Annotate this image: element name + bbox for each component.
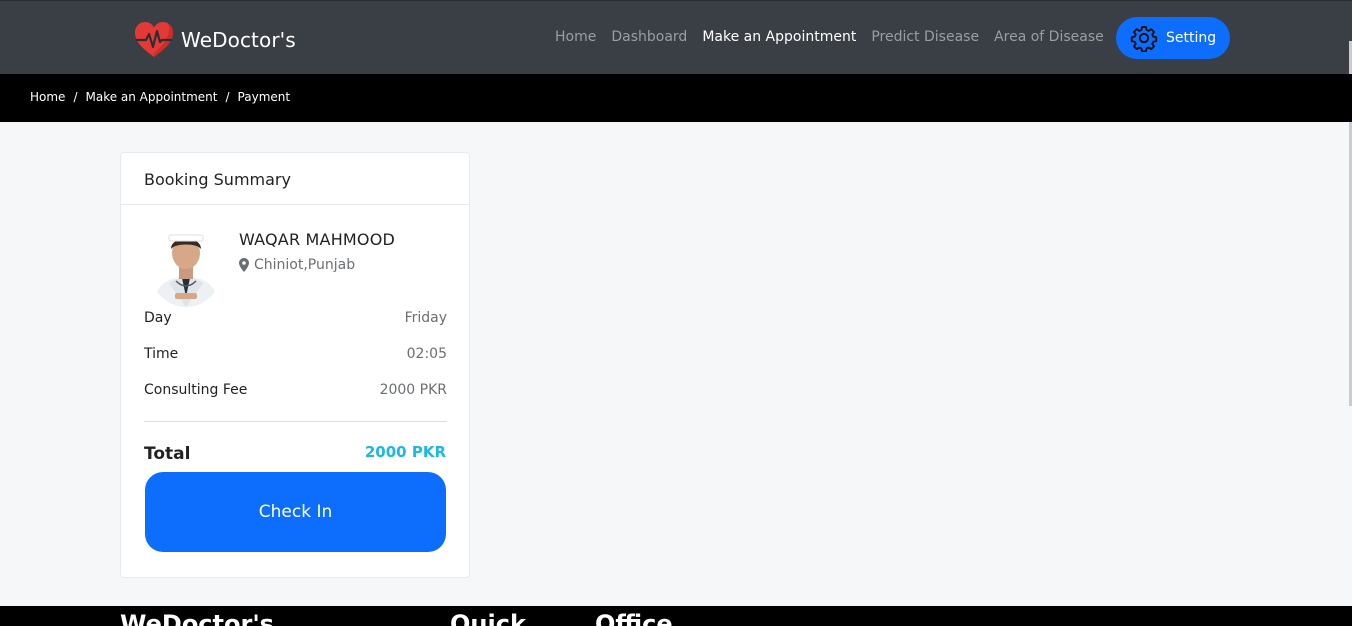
summary-row-consulting-fee: Consulting Fee 2000 PKR: [144, 382, 447, 402]
breadcrumb-bar: Home / Make an Appointment / Payment: [0, 74, 1352, 122]
setting-label: Setting: [1166, 30, 1217, 46]
summary-row-day: Day Friday: [144, 310, 447, 330]
breadcrumb-separator: /: [225, 90, 230, 104]
main-nav: Home Dashboard Make an Appointment Predi…: [555, 25, 1119, 49]
divider: [144, 421, 447, 422]
top-navbar: WeDoctor's Home Dashboard Make an Appoin…: [0, 0, 1352, 406]
footer: WeDoctor's Quick Office: [0, 606, 1352, 626]
map-marker-icon: [239, 258, 249, 272]
nav-link-predict-disease[interactable]: Predict Disease: [871, 29, 979, 45]
doctor-info: WAQAR MAHMOOD Chiniot,Punjab: [149, 227, 449, 307]
heart-pulse-icon: [135, 22, 173, 57]
brand[interactable]: WeDoctor's: [134, 21, 296, 59]
doctor-location: Chiniot,Punjab: [239, 257, 355, 273]
breadcrumb-home[interactable]: Home: [30, 90, 65, 104]
footer-heading-brand: WeDoctor's: [120, 610, 274, 626]
summary-row-time: Time 02:05: [144, 346, 447, 366]
setting-button[interactable]: Setting: [1116, 17, 1230, 59]
doctor-location-text: Chiniot,Punjab: [254, 257, 356, 273]
breadcrumb-payment: Payment: [237, 90, 291, 104]
card-title: Booking Summary: [121, 153, 469, 205]
nav-link-area-of-disease[interactable]: Area of Disease: [994, 29, 1104, 45]
breadcrumb-make-appointment[interactable]: Make an Appointment: [85, 90, 217, 104]
footer-heading-office: Office: [595, 610, 673, 626]
nav-link-home[interactable]: Home: [555, 29, 596, 45]
breadcrumb: Home / Make an Appointment / Payment: [30, 90, 290, 104]
row-label: Consulting Fee: [144, 382, 248, 398]
brand-name: WeDoctor's: [181, 28, 296, 52]
row-label: Day: [144, 310, 172, 326]
booking-summary-card: Booking Summary WAQAR MAHMOOD Chiniot,Pu…: [120, 152, 470, 578]
row-value: 02:05: [406, 346, 447, 362]
breadcrumb-separator: /: [73, 90, 78, 104]
total-label: Total: [144, 444, 191, 464]
check-in-button[interactable]: Check In: [145, 472, 446, 552]
total-value: 2000 PKR: [364, 443, 446, 461]
nav-link-dashboard[interactable]: Dashboard: [611, 29, 687, 45]
nav-link-make-appointment[interactable]: Make an Appointment: [702, 29, 856, 45]
row-value: Friday: [404, 310, 447, 326]
row-label: Time: [144, 346, 179, 362]
footer-heading-quick: Quick: [450, 610, 526, 626]
doctor-avatar: [149, 227, 223, 307]
row-value: 2000 PKR: [379, 382, 447, 398]
gear-icon: [1130, 25, 1158, 52]
doctor-name: WAQAR MAHMOOD: [239, 230, 396, 249]
